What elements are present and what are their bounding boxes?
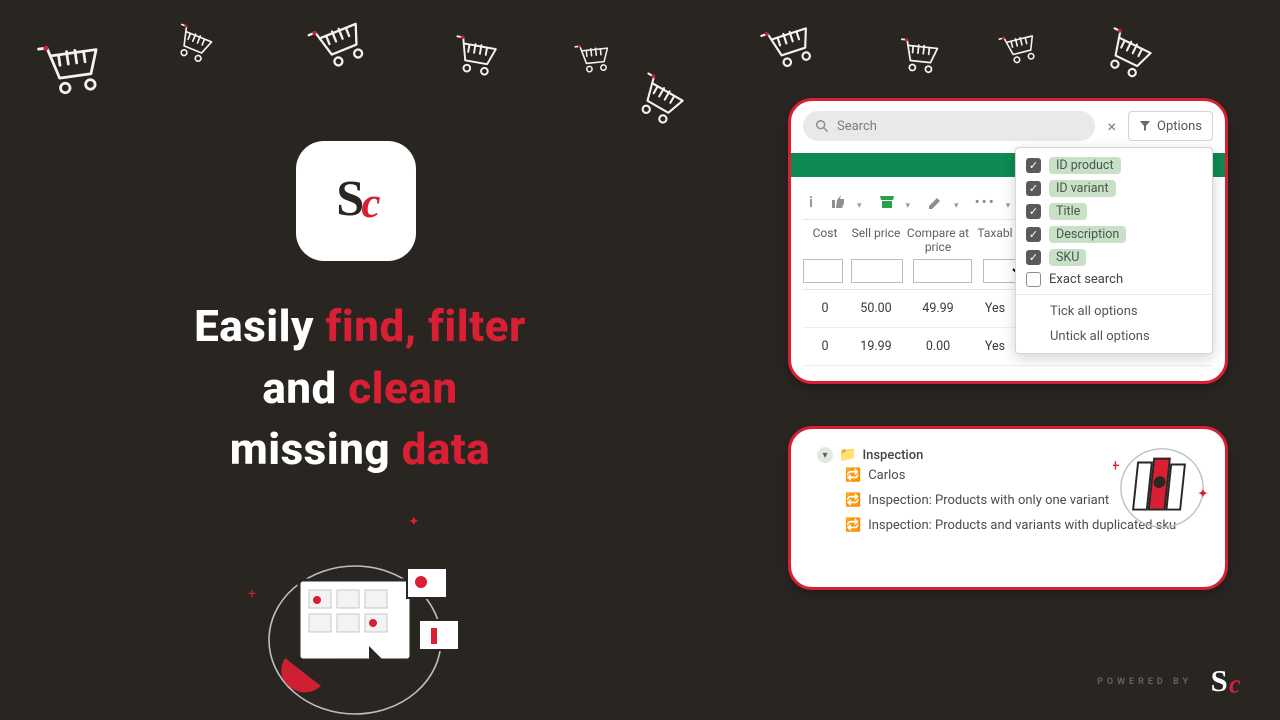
checkbox-icon: ✓ (1026, 227, 1041, 242)
filter-sell[interactable] (851, 259, 903, 283)
hero-accent2: clean (348, 362, 457, 414)
filter-compare[interactable] (913, 259, 972, 283)
col-cost: Cost (803, 226, 847, 255)
refresh-icon: 🔁 (845, 493, 861, 508)
cell-compare: 49.99 (905, 301, 971, 316)
svg-text:c: c (1229, 670, 1241, 699)
folder-icon: 📁 (839, 447, 856, 463)
brand-footer: POWERED BY S c (1097, 662, 1252, 702)
hero-part3: missing (230, 423, 402, 475)
cart-icon (625, 67, 692, 132)
options-dropdown: ✓ID product ✓ID variant ✓Title ✓Descript… (1015, 147, 1213, 354)
untick-all-link[interactable]: Untick all options (1024, 324, 1204, 349)
option-exact[interactable]: Exact search (1024, 269, 1204, 290)
cell-cost: 0 (803, 301, 847, 316)
hero-part2: and (262, 362, 348, 414)
filter-cost[interactable] (803, 259, 843, 283)
cell-taxable: Yes (971, 339, 1019, 354)
toolbar-glyph: i (809, 193, 813, 211)
shop-icon[interactable] (878, 194, 896, 210)
separator (1016, 294, 1212, 295)
sc-logo-icon: S c (320, 165, 392, 237)
option-description[interactable]: ✓Description (1024, 223, 1204, 246)
cart-icon (167, 20, 218, 69)
search-icon (815, 119, 829, 133)
chevron-down-icon: ▾ (817, 447, 833, 463)
options-button[interactable]: Options (1128, 111, 1213, 141)
thumbs-icon[interactable] (829, 194, 847, 210)
cell-sell: 19.99 (847, 339, 905, 354)
cell-taxable: Yes (971, 301, 1019, 316)
cart-icon (996, 27, 1042, 70)
cart-icon (572, 39, 613, 76)
search-placeholder: Search (837, 119, 877, 134)
filter-panel: Search × Options i ▾ ▾ ▾ •••▾ Cost Sell … (788, 98, 1228, 384)
folder-label: Inspection (862, 448, 923, 463)
option-sku[interactable]: ✓SKU (1024, 246, 1204, 269)
hero-part1: Easily (194, 300, 325, 352)
gear-icon: ✦ (408, 514, 420, 530)
col-compare: Compare at price (905, 226, 971, 255)
checkbox-icon: ✓ (1026, 250, 1041, 265)
refresh-icon: 🔁 (845, 468, 861, 483)
more-menu[interactable]: ••• (975, 193, 996, 211)
sc-logo-small-icon: S c (1206, 662, 1252, 702)
checkbox-icon (1026, 272, 1041, 287)
cart-icon (896, 35, 943, 78)
cart-icon (757, 15, 822, 76)
svg-text:S: S (1211, 664, 1228, 698)
option-title[interactable]: ✓Title (1024, 200, 1204, 223)
books-doodle-icon: ✦ + (1113, 439, 1211, 529)
plus-icon: + (248, 586, 256, 602)
search-input[interactable]: Search (803, 111, 1095, 141)
svg-text:✦: ✦ (1197, 486, 1209, 502)
cart-icon (303, 10, 374, 78)
hero-accent3: data (402, 423, 491, 475)
cart-icon (1094, 22, 1160, 85)
funnel-icon (1139, 120, 1151, 132)
col-taxable: Taxabl (971, 226, 1019, 255)
cell-cost: 0 (803, 339, 847, 354)
inspection-panel: ▾ 📁 Inspection 🔁Carlos 🔁Inspection: Prod… (788, 426, 1228, 590)
svg-text:S: S (336, 170, 364, 226)
refresh-icon: 🔁 (845, 518, 861, 533)
cell-compare: 0.00 (905, 339, 971, 354)
monitor-doodle-icon (247, 528, 487, 718)
hero-accent1: find, filter (325, 300, 525, 352)
cell-sell: 50.00 (847, 301, 905, 316)
options-label: Options (1157, 119, 1202, 134)
clear-search-button[interactable]: × (1103, 117, 1120, 136)
col-sell: Sell price (847, 226, 905, 255)
hero-headline: Easily find, filter and clean missing da… (90, 296, 630, 481)
checkbox-icon: ✓ (1026, 204, 1041, 219)
tick-all-link[interactable]: Tick all options (1024, 299, 1204, 324)
cart-icon (33, 34, 108, 103)
option-id-product[interactable]: ✓ID product (1024, 154, 1204, 177)
option-id-variant[interactable]: ✓ID variant (1024, 177, 1204, 200)
powered-by-label: POWERED BY (1097, 677, 1192, 687)
svg-text:+: + (1113, 455, 1120, 474)
svg-text:c: c (361, 180, 380, 227)
checkbox-icon: ✓ (1026, 181, 1041, 196)
checkbox-icon: ✓ (1026, 158, 1041, 173)
app-logo-tile: S c (296, 141, 416, 261)
cart-icon (448, 31, 502, 81)
edit-icon[interactable] (926, 194, 944, 210)
